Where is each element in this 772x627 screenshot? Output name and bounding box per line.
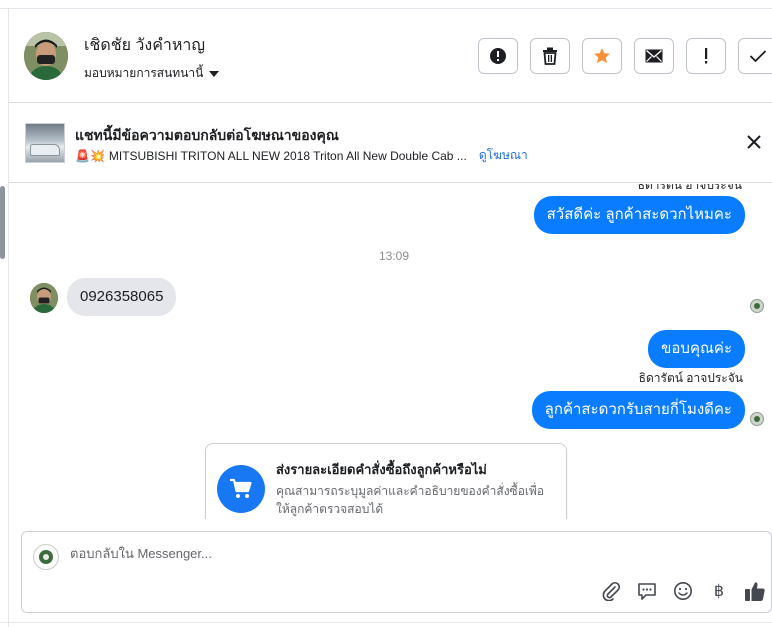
envelope-icon xyxy=(645,49,663,63)
ad-name: MITSUBISHI TRITON ALL NEW 2018 Triton Al… xyxy=(108,148,467,163)
check-icon xyxy=(749,50,767,63)
cart-glyph xyxy=(230,478,252,498)
seen-avatar-icon xyxy=(750,412,764,426)
message-bubble-incoming[interactable]: 0926358065 xyxy=(67,278,177,316)
seen-avatar-icon xyxy=(750,299,764,313)
order-details-card[interactable]: ส่งรายละเอียดคำสั่งซื้อถึงลูกค้าหรือไม่ … xyxy=(205,443,567,519)
report-spam-button[interactable] xyxy=(478,38,518,74)
assign-label: มอบหมายการสนทนานี้ xyxy=(84,66,204,80)
mark-done-button[interactable] xyxy=(738,38,772,74)
trash-icon xyxy=(543,47,557,65)
composer-toolbar: ฿ xyxy=(600,580,766,602)
star-button[interactable] xyxy=(582,38,622,74)
message-bubble-outgoing[interactable]: ลูกค้าสะดวกรับสายกี่โมงดีคะ xyxy=(531,391,745,429)
baht-icon[interactable]: ฿ xyxy=(708,580,730,602)
emoji-icon[interactable] xyxy=(672,580,694,602)
caret-down-icon xyxy=(209,70,220,77)
delete-button[interactable] xyxy=(530,38,570,74)
conversation-header: เชิดชัย วังคำหาญ มอบหมายการสนทนานี้ xyxy=(9,9,772,103)
message-timestamp: 13:09 xyxy=(379,249,410,263)
scrollbar-thumb[interactable] xyxy=(0,186,5,259)
contact-avatar-small[interactable] xyxy=(30,283,58,313)
sender-name-label: ธิดารัตน์ อาจประจัน xyxy=(637,184,742,192)
ad-prefix-emoji: 🚨💥 xyxy=(75,148,105,163)
person-photo-icon xyxy=(30,283,58,313)
thumbs-up-icon[interactable] xyxy=(744,580,766,602)
order-card-description: คุณสามารถระบุมูลค่าและคำอธิบายของคำสั่งซ… xyxy=(276,484,545,516)
order-card-title: ส่งรายละเอียดคำสั่งซื้อถึงลูกค้าหรือไม่ xyxy=(276,462,487,477)
bottom-divider xyxy=(0,622,772,623)
ad-reply-banner: แชทนี้มีข้อความตอบกลับต่อโฆษณาของคุณ 🚨💥 … xyxy=(9,103,772,183)
contact-name[interactable]: เชิดชัย วังคำหาญ xyxy=(84,33,205,58)
view-ad-link[interactable]: ดูโฆษณา xyxy=(479,146,528,165)
mark-unread-button[interactable] xyxy=(634,38,674,74)
ad-banner-title: แชทนี้มีข้อความตอบกลับต่อโฆษณาของคุณ xyxy=(75,127,339,143)
reply-composer: ฿ xyxy=(21,531,772,613)
contact-avatar[interactable] xyxy=(24,32,68,80)
page-avatar xyxy=(33,544,59,570)
message-bubble-outgoing[interactable]: ขอบคุณค่ะ xyxy=(648,330,745,368)
follow-up-button[interactable] xyxy=(686,38,726,74)
person-photo-icon xyxy=(24,32,68,80)
saved-reply-icon[interactable] xyxy=(636,580,658,602)
reply-input[interactable] xyxy=(70,546,570,561)
close-icon[interactable] xyxy=(745,133,763,151)
message-bubble-outgoing[interactable]: สวัสดีค่ะ ลูกค้าสะดวกไหมคะ xyxy=(533,196,745,234)
cart-icon xyxy=(217,465,265,513)
exclamation-icon xyxy=(705,48,708,64)
conversation-actions xyxy=(478,38,772,74)
star-icon xyxy=(594,48,610,64)
assign-conversation-dropdown[interactable]: มอบหมายการสนทนานี้ xyxy=(84,64,220,83)
car-image-icon xyxy=(30,144,60,156)
exclamation-circle-icon xyxy=(490,48,506,64)
ad-banner-subtitle: 🚨💥 MITSUBISHI TRITON ALL NEW 2018 Triton… xyxy=(75,146,528,165)
message-thread: ธิดารัตน์ อาจประจัน สวัสดีค่ะ ลูกค้าสะดว… xyxy=(9,184,772,519)
sender-name-label: ธิดารัตน์ อาจประจัน xyxy=(638,371,743,385)
ad-thumbnail[interactable] xyxy=(25,123,65,163)
paperclip-icon[interactable] xyxy=(600,580,622,602)
